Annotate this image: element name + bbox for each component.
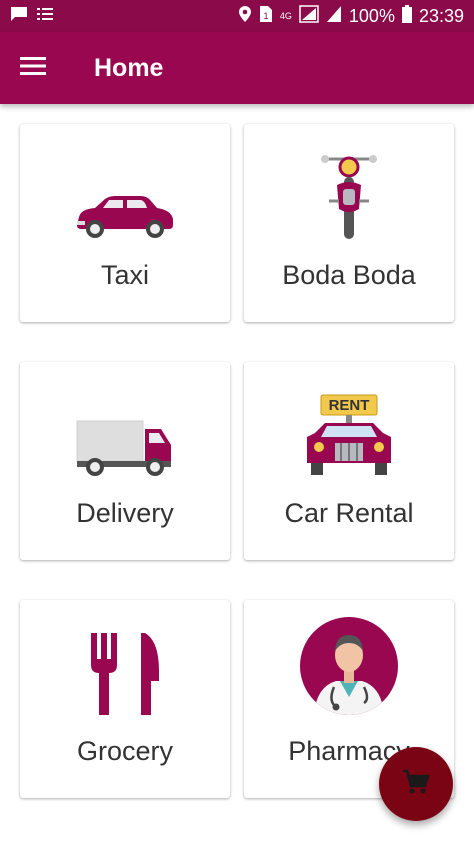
- motorcycle-icon: [319, 153, 379, 244]
- rent-sign-text: RENT: [329, 397, 370, 414]
- fork-knife-icon: [85, 631, 165, 720]
- services-grid: Taxi Boda Boda Delivery RENT Car Rental …: [0, 104, 474, 842]
- cart-button[interactable]: [379, 747, 453, 821]
- battery-percent: 100%: [348, 5, 395, 26]
- clock: 23:39: [418, 5, 464, 26]
- service-label: Taxi: [100, 260, 149, 290]
- doctor-icon: [300, 617, 398, 720]
- rent-car-icon: RENT: [303, 393, 395, 482]
- service-card-car-rental[interactable]: RENT Car Rental: [244, 362, 454, 560]
- signal-icon: [299, 4, 319, 28]
- message-icon: [10, 6, 28, 27]
- truck-icon: [75, 419, 175, 482]
- menu-button[interactable]: [0, 32, 66, 104]
- location-icon: [238, 5, 252, 28]
- page-title: Home: [94, 53, 164, 82]
- battery-icon: [401, 4, 412, 28]
- service-label: Grocery: [76, 736, 174, 766]
- network-type: 4G: [279, 10, 292, 21]
- svg-text:1: 1: [263, 11, 268, 21]
- list-icon: [36, 6, 54, 27]
- sim-icon: 1: [259, 5, 273, 28]
- service-card-taxi[interactable]: Taxi: [20, 124, 230, 322]
- service-card-grocery[interactable]: Grocery: [20, 600, 230, 798]
- service-card-delivery[interactable]: Delivery: [20, 362, 230, 560]
- service-card-boda-boda[interactable]: Boda Boda: [244, 124, 454, 322]
- hamburger-menu-icon: [20, 56, 46, 81]
- app-bar: Home: [0, 32, 474, 104]
- status-bar: 1 4G 100% 23:39: [0, 0, 474, 32]
- signal-strength-icon: [326, 5, 342, 28]
- service-label: Delivery: [76, 498, 174, 528]
- car-icon: [75, 193, 175, 244]
- service-label: Car Rental: [284, 498, 414, 528]
- service-label: Boda Boda: [282, 260, 416, 290]
- cart-icon: [402, 769, 430, 800]
